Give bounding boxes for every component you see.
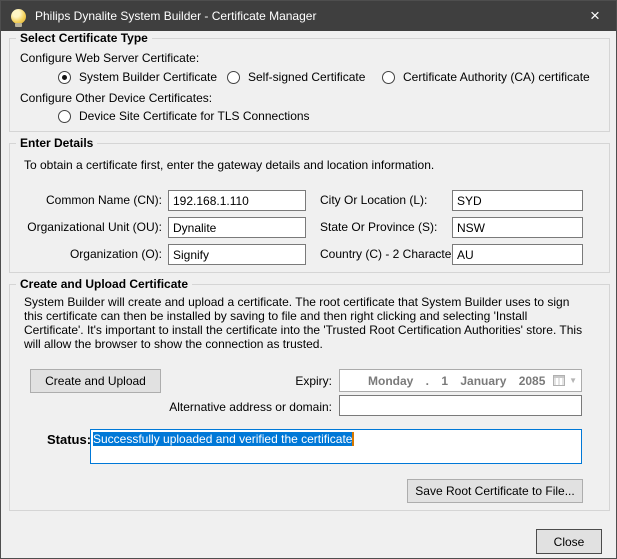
radio-label: System Builder Certificate [79, 70, 218, 84]
radio-certificate-authority[interactable]: Certificate Authority (CA) certificate [382, 70, 590, 84]
organization-label: Organization (O): [69, 247, 162, 261]
radio-device-site-certificate[interactable]: Device Site Certificate for TLS Connecti… [58, 109, 310, 123]
radio-icon[interactable] [58, 70, 71, 84]
expiry-label: Expiry: [295, 374, 332, 388]
group-enter-details: Enter Details To obtain a certificate fi… [9, 136, 610, 273]
alternative-address-input[interactable] [339, 395, 582, 416]
radio-icon[interactable] [58, 109, 71, 123]
window-title: Philips Dynalite System Builder - Certif… [35, 9, 317, 23]
close-button[interactable]: Close [536, 529, 602, 554]
radio-label: Device Site Certificate for TLS Connecti… [79, 109, 310, 123]
text-caret [352, 432, 355, 446]
status-label: Status: [47, 432, 92, 447]
group-title: Create and Upload Certificate [16, 277, 193, 291]
expiry-value: Monday . 1 January 2085 [368, 373, 546, 388]
status-textbox[interactable]: Successfully uploaded and verified the c… [90, 429, 582, 464]
state-label: State Or Province (S): [320, 220, 438, 234]
city-label: City Or Location (L): [320, 193, 428, 207]
save-root-certificate-button[interactable]: Save Root Certificate to File... [407, 479, 583, 503]
state-input[interactable] [452, 217, 583, 238]
group-title: Select Certificate Type [16, 31, 152, 45]
other-device-certs-label: Configure Other Device Certificates: [20, 91, 213, 105]
titlebar[interactable]: Philips Dynalite System Builder - Certif… [1, 1, 616, 31]
radio-icon[interactable] [227, 70, 240, 84]
city-input[interactable] [452, 190, 583, 211]
alternative-address-label: Alternative address or domain: [169, 400, 332, 414]
expiry-date-picker[interactable]: Monday . 1 January 2085 ▼ [339, 369, 582, 392]
radio-label: Certificate Authority (CA) certificate [403, 70, 590, 84]
status-value: Successfully uploaded and verified the c… [93, 432, 353, 446]
lightbulb-icon [11, 8, 26, 27]
organizational-unit-label: Organizational Unit (OU): [27, 220, 162, 234]
country-input[interactable] [452, 244, 583, 265]
radio-system-builder-certificate[interactable]: System Builder Certificate [58, 70, 217, 84]
organizational-unit-input[interactable] [168, 217, 306, 238]
web-server-cert-label: Configure Web Server Certificate: [20, 51, 200, 65]
group-select-certificate-type: Select Certificate Type Configure Web Se… [9, 31, 610, 132]
calendar-icon[interactable] [553, 375, 566, 386]
organization-input[interactable] [168, 244, 306, 265]
chevron-down-icon[interactable]: ▼ [569, 376, 577, 385]
details-description: To obtain a certificate first, enter the… [24, 158, 435, 172]
common-name-input[interactable] [168, 190, 306, 211]
group-create-upload: Create and Upload Certificate System Bui… [9, 277, 610, 511]
certificate-manager-dialog: Philips Dynalite System Builder - Certif… [0, 0, 617, 559]
country-label: Country (C) - 2 Characters: [320, 247, 465, 261]
upload-description: System Builder will create and upload a … [24, 295, 583, 351]
group-title: Enter Details [16, 136, 98, 150]
close-icon[interactable]: × [574, 1, 616, 31]
radio-icon[interactable] [382, 70, 395, 84]
radio-label: Self-signed Certificate [248, 70, 366, 84]
radio-self-signed-certificate[interactable]: Self-signed Certificate [227, 70, 365, 84]
common-name-label: Common Name (CN): [45, 193, 162, 207]
create-and-upload-button[interactable]: Create and Upload [30, 369, 161, 393]
